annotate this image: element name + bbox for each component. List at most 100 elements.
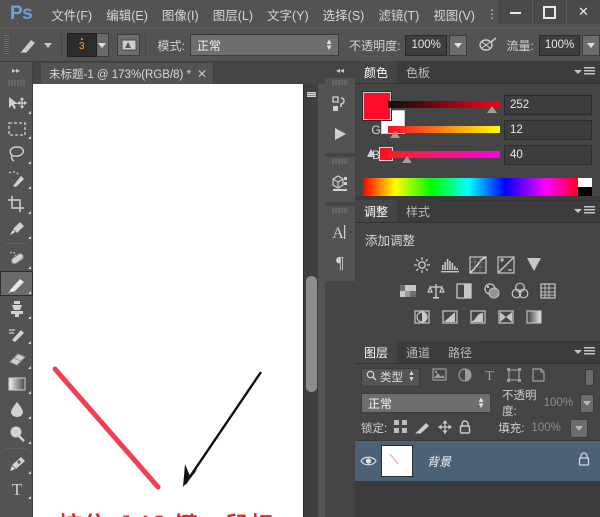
levels-icon[interactable]: [440, 255, 460, 275]
menu-filter[interactable]: 滤镜(T): [371, 2, 426, 27]
toolbar-collapse-icon[interactable]: ▸▸: [0, 62, 32, 78]
3d-icon[interactable]: [325, 168, 355, 198]
menu-type[interactable]: 文字(Y): [260, 2, 316, 27]
dock-grip[interactable]: [332, 157, 348, 166]
tab-color[interactable]: 颜色: [355, 61, 398, 83]
lock-all-icon[interactable]: [459, 419, 471, 437]
opacity-dropdown-button[interactable]: [448, 34, 467, 56]
tab-paths[interactable]: 路径: [439, 341, 482, 363]
tab-channels[interactable]: 通道: [397, 341, 440, 363]
clone-stamp-tool[interactable]: [0, 296, 33, 321]
brush-preset-icon[interactable]: [16, 34, 42, 56]
hue-saturation-icon[interactable]: [398, 281, 418, 301]
minimize-button[interactable]: [498, 0, 532, 24]
invert-icon[interactable]: [412, 307, 432, 327]
foreground-color-swatch[interactable]: [362, 91, 392, 121]
threshold-icon[interactable]: [468, 307, 488, 327]
crop-tool[interactable]: [0, 191, 33, 216]
adjustment-filter-icon[interactable]: [458, 367, 472, 387]
adjustments-panel-menu-icon[interactable]: [574, 206, 595, 215]
close-button[interactable]: ✕: [566, 0, 600, 24]
brush-preset-chevron-down-icon[interactable]: [43, 42, 52, 48]
layer-name[interactable]: 背景: [427, 453, 451, 470]
opacity-field[interactable]: 100%: [405, 34, 447, 56]
dock-collapse-icon[interactable]: ◂◂: [325, 62, 355, 78]
layer-visibility-toggle[interactable]: [355, 455, 381, 467]
dock-grip[interactable]: [332, 78, 348, 87]
move-tool[interactable]: [0, 91, 33, 116]
lock-transparency-icon[interactable]: [394, 420, 408, 436]
channel-slider-b[interactable]: [388, 151, 500, 163]
smart-object-filter-icon[interactable]: [532, 367, 545, 387]
color-panel-menu-icon[interactable]: [574, 67, 595, 76]
toolbar-grip[interactable]: [7, 78, 25, 88]
menu-select[interactable]: 选择(S): [316, 2, 372, 27]
channel-slider-g[interactable]: [388, 126, 500, 138]
eraser-tool[interactable]: [0, 346, 33, 371]
document-tab-close-icon[interactable]: ✕: [197, 67, 207, 81]
options-bar-grip[interactable]: [4, 35, 9, 55]
flow-field[interactable]: 100%: [538, 34, 581, 56]
character-icon[interactable]: A: [325, 217, 355, 247]
black-white-icon[interactable]: [454, 281, 474, 301]
gradient-map-icon[interactable]: [524, 307, 544, 327]
menu-file[interactable]: 文件(F): [44, 2, 99, 27]
airbrush-icon[interactable]: [475, 34, 501, 56]
menu-edit[interactable]: 编辑(E): [99, 2, 155, 27]
fill-value[interactable]: 100%: [531, 422, 560, 434]
horizontal-type-tool[interactable]: T: [0, 476, 33, 501]
layer-blend-mode-select[interactable]: 正常 ▲ ▼: [361, 393, 491, 413]
canvas[interactable]: 按住shift键，鼠标 往想要的方向点击: [33, 84, 325, 517]
gamut-warning-icon[interactable]: ▲: [363, 146, 379, 162]
posterize-icon[interactable]: [440, 307, 460, 327]
history-icon[interactable]: [325, 89, 355, 119]
flow-dropdown-button[interactable]: [582, 34, 600, 56]
curves-icon[interactable]: [468, 255, 488, 275]
lasso-tool[interactable]: [0, 141, 33, 166]
brush-size-field[interactable]: 3: [66, 33, 97, 57]
slider-thumb[interactable]: [390, 131, 400, 138]
selective-color-icon[interactable]: [496, 307, 516, 327]
layer-opacity-value[interactable]: 100%: [544, 397, 573, 409]
pixel-filter-icon[interactable]: [432, 368, 447, 386]
eyedropper-tool[interactable]: [0, 216, 33, 241]
spot-healing-brush-tool[interactable]: [0, 246, 33, 271]
channel-slider-r[interactable]: [388, 101, 500, 113]
history-brush-tool[interactable]: [0, 321, 33, 346]
play-icon[interactable]: [325, 119, 355, 149]
channel-value-b[interactable]: 40: [504, 144, 592, 165]
brush-size-stepper[interactable]: [95, 33, 109, 57]
slider-thumb[interactable]: [487, 106, 497, 113]
lock-image-icon[interactable]: [415, 420, 431, 437]
brush-tool[interactable]: [0, 271, 33, 296]
layer-opacity-dropdown-button[interactable]: [580, 393, 594, 413]
layer-filter-type-select[interactable]: 类型 ▲ ▼: [361, 367, 420, 387]
exposure-icon[interactable]: [496, 255, 516, 275]
layers-panel-menu-icon[interactable]: [574, 347, 595, 356]
tab-adjustments[interactable]: 调整: [355, 200, 398, 222]
brightness-contrast-icon[interactable]: [412, 255, 432, 275]
photo-filter-icon[interactable]: [482, 281, 502, 301]
channel-value-g[interactable]: 12: [504, 119, 592, 140]
layer-row-background[interactable]: 背景: [355, 440, 600, 482]
fill-dropdown-button[interactable]: [569, 418, 588, 438]
rectangular-marquee-tool[interactable]: [0, 116, 33, 141]
blur-tool[interactable]: [0, 396, 33, 421]
vibrance-icon[interactable]: [524, 255, 544, 275]
shape-filter-icon[interactable]: [506, 367, 521, 387]
type-filter-icon[interactable]: T: [483, 368, 496, 387]
canvas-vertical-scrollbar[interactable]: [303, 84, 318, 517]
slider-thumb[interactable]: [402, 156, 412, 163]
channel-value-r[interactable]: 252: [504, 94, 592, 115]
dodge-tool[interactable]: [0, 421, 33, 446]
blend-mode-select[interactable]: 正常 ▲ ▼: [189, 34, 340, 56]
paragraph-icon[interactable]: ¶: [325, 247, 355, 277]
layers-list-empty-area[interactable]: [355, 482, 600, 517]
color-spectrum-ramp[interactable]: [363, 178, 592, 196]
layer-filter-toggle[interactable]: [585, 368, 594, 386]
scrollbar-thumb[interactable]: [306, 276, 317, 392]
menu-layer[interactable]: 图层(L): [206, 2, 260, 27]
document-tab[interactable]: 未标题-1 @ 173%(RGB/8) * ✕: [41, 63, 215, 84]
tab-swatches[interactable]: 色板: [397, 61, 440, 83]
color-balance-icon[interactable]: [426, 281, 446, 301]
